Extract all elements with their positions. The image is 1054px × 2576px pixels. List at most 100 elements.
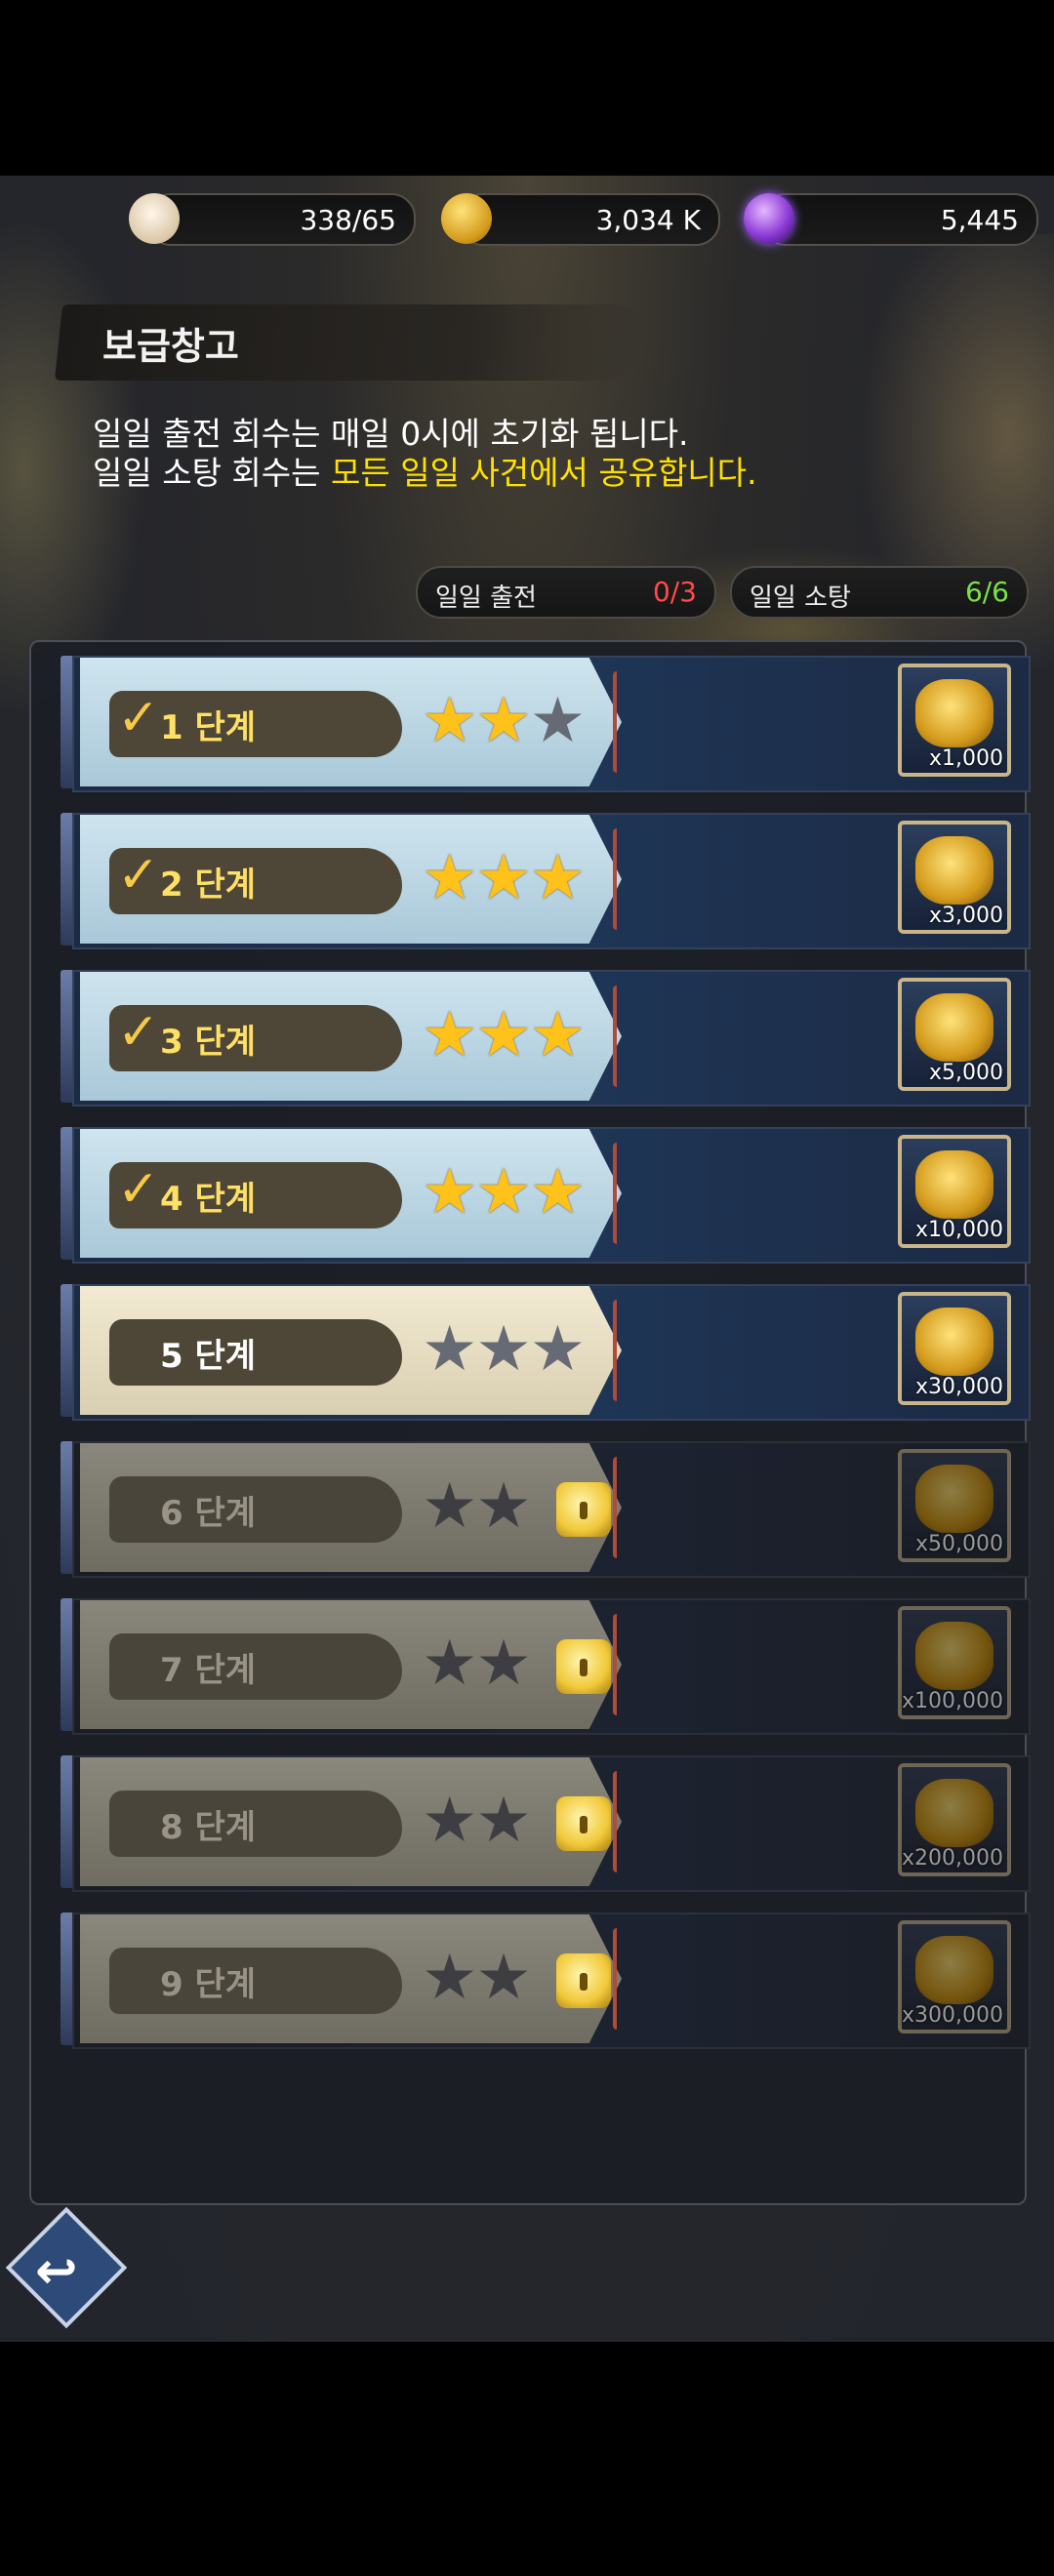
daily-sortie-counter: 일일 출전 0/3 [416,566,716,619]
reward-box[interactable]: x100,000 [898,1606,1011,1719]
rope-decoration [613,1771,627,1872]
stage-stars: ★★★ [422,1156,586,1228]
stage-row[interactable]: 9 단계 ★★ x300,000 [61,1911,1031,2049]
gold-coins-icon [915,993,993,1062]
stage-label: 3 단계 [160,1023,257,1062]
stage-stars: ★★ [422,1470,532,1543]
stage-label: 2 단계 [160,865,257,905]
stage-plate[interactable]: 7 단계 ★★ [80,1600,622,1729]
reward-quantity: x200,000 [902,1846,1003,1871]
stage-stars: ★★ [422,1628,532,1700]
stage-row[interactable]: ✓ 2 단계 ★★★ x3,000 [61,811,1031,949]
checkmark-icon: ✓ [117,846,160,905]
star-icon: ★ [422,999,477,1071]
stage-stars: ★★ [422,1785,532,1857]
daily-sweep-label: 일일 소탕 [750,584,851,613]
daily-sortie-label: 일일 출전 [435,584,537,613]
stage-label: 6 단계 [160,1494,257,1533]
stage-plate[interactable]: ✓ 1 단계 ★★★ [80,658,622,786]
star-icon: ★ [422,1785,477,1857]
lock-icon [556,1639,611,1694]
star-icon: ★ [529,1313,586,1386]
stage-plate[interactable]: ✓ 3 단계 ★★★ [80,972,622,1101]
lock-icon [556,1796,611,1851]
star-icon: ★ [475,1470,531,1543]
reward-quantity: x3,000 [928,904,1003,928]
rope-decoration [613,671,627,773]
reward-box[interactable]: x10,000 [898,1135,1011,1248]
reward-box[interactable]: x1,000 [898,664,1011,777]
star-icon: ★ [475,1156,531,1228]
reward-quantity: x50,000 [915,1532,1003,1556]
reward-quantity: x30,000 [915,1375,1003,1399]
stage-label: 1 단계 [160,708,257,747]
stage-label: 8 단계 [160,1808,257,1847]
star-icon: ★ [475,1313,531,1386]
gem-value: 5,445 [940,204,1019,236]
reward-box[interactable]: x200,000 [898,1763,1011,1876]
gold-coins-icon [915,1150,993,1219]
stage-label: 9 단계 [160,1965,257,2004]
stage-row[interactable]: 7 단계 ★★ x100,000 [61,1596,1031,1735]
description-line-2: 일일 소탕 회수는 모든 일일 사건에서 공유합니다. [93,454,757,493]
stamina-currency[interactable]: 338/65 [129,193,416,246]
lock-icon [556,1482,611,1537]
stage-row[interactable]: ✓ 1 단계 ★★★ x1,000 [61,654,1031,792]
gold-value: 3,034 K [595,204,701,236]
stage-stars: ★★★ [422,1313,586,1386]
dumpling-icon [129,193,180,244]
rope-decoration [613,828,627,930]
back-arrow-icon[interactable]: ↩ [35,2242,78,2301]
star-icon: ★ [475,685,531,757]
stage-plate[interactable]: 5 단계 ★★★ [80,1286,622,1415]
stage-plate[interactable]: 8 단계 ★★ [80,1757,622,1886]
rope-decoration [613,986,627,1087]
star-icon: ★ [529,999,586,1071]
star-icon: ★ [422,1156,477,1228]
reward-quantity: x5,000 [928,1061,1003,1085]
stage-label: 5 단계 [160,1337,257,1376]
reward-box[interactable]: x30,000 [898,1292,1011,1405]
checkmark-icon: ✓ [117,689,160,747]
stage-row[interactable]: ✓ 4 단계 ★★★ x10,000 [61,1125,1031,1264]
lock-icon [556,1953,611,2008]
stamina-value: 338/65 [300,204,396,236]
stage-stars: ★★★ [422,842,586,914]
reward-box[interactable]: x3,000 [898,821,1011,934]
star-icon: ★ [422,1313,477,1386]
reward-box[interactable]: x300,000 [898,1920,1011,2033]
reward-box[interactable]: x5,000 [898,978,1011,1091]
stage-plate[interactable]: 6 단계 ★★ [80,1443,622,1572]
rope-decoration [613,1614,627,1715]
reward-quantity: x100,000 [902,1689,1003,1713]
gold-coins-icon [915,1936,993,2004]
star-icon: ★ [475,1942,531,2014]
stage-row[interactable]: 5 단계 ★★★ x30,000 [61,1282,1031,1421]
stage-label: 4 단계 [160,1180,257,1219]
star-icon: ★ [475,1785,531,1857]
gold-coins-icon [915,1779,993,1847]
stage-plate[interactable]: ✓ 4 단계 ★★★ [80,1129,622,1258]
gem-currency[interactable]: 5,445 [744,193,1038,246]
daily-sweep-value: 6/6 [964,576,1009,608]
star-icon: ★ [422,842,477,914]
gold-coins-icon [915,1622,993,1690]
rope-decoration [613,1928,627,2030]
stage-row[interactable]: 6 단계 ★★ x50,000 [61,1439,1031,1578]
stage-stars: ★★★ [422,999,586,1071]
checkmark-icon: ✓ [117,1160,160,1219]
stage-stars: ★★ [422,1942,532,2014]
gold-currency[interactable]: 3,034 K [441,193,720,246]
stage-plate[interactable]: ✓ 2 단계 ★★★ [80,815,622,944]
stage-plate[interactable]: 9 단계 ★★ [80,1914,622,2043]
reward-box[interactable]: x50,000 [898,1449,1011,1562]
stage-row[interactable]: ✓ 3 단계 ★★★ x5,000 [61,968,1031,1107]
stage-stars: ★★★ [422,685,586,757]
daily-sweep-counter: 일일 소탕 6/6 [730,566,1029,619]
star-icon: ★ [475,842,531,914]
stage-row[interactable]: 8 단계 ★★ x200,000 [61,1753,1031,1892]
checkmark-icon: ✓ [117,1003,160,1062]
star-icon: ★ [422,685,477,757]
star-icon: ★ [422,1628,477,1700]
gold-coin-icon [441,193,492,244]
